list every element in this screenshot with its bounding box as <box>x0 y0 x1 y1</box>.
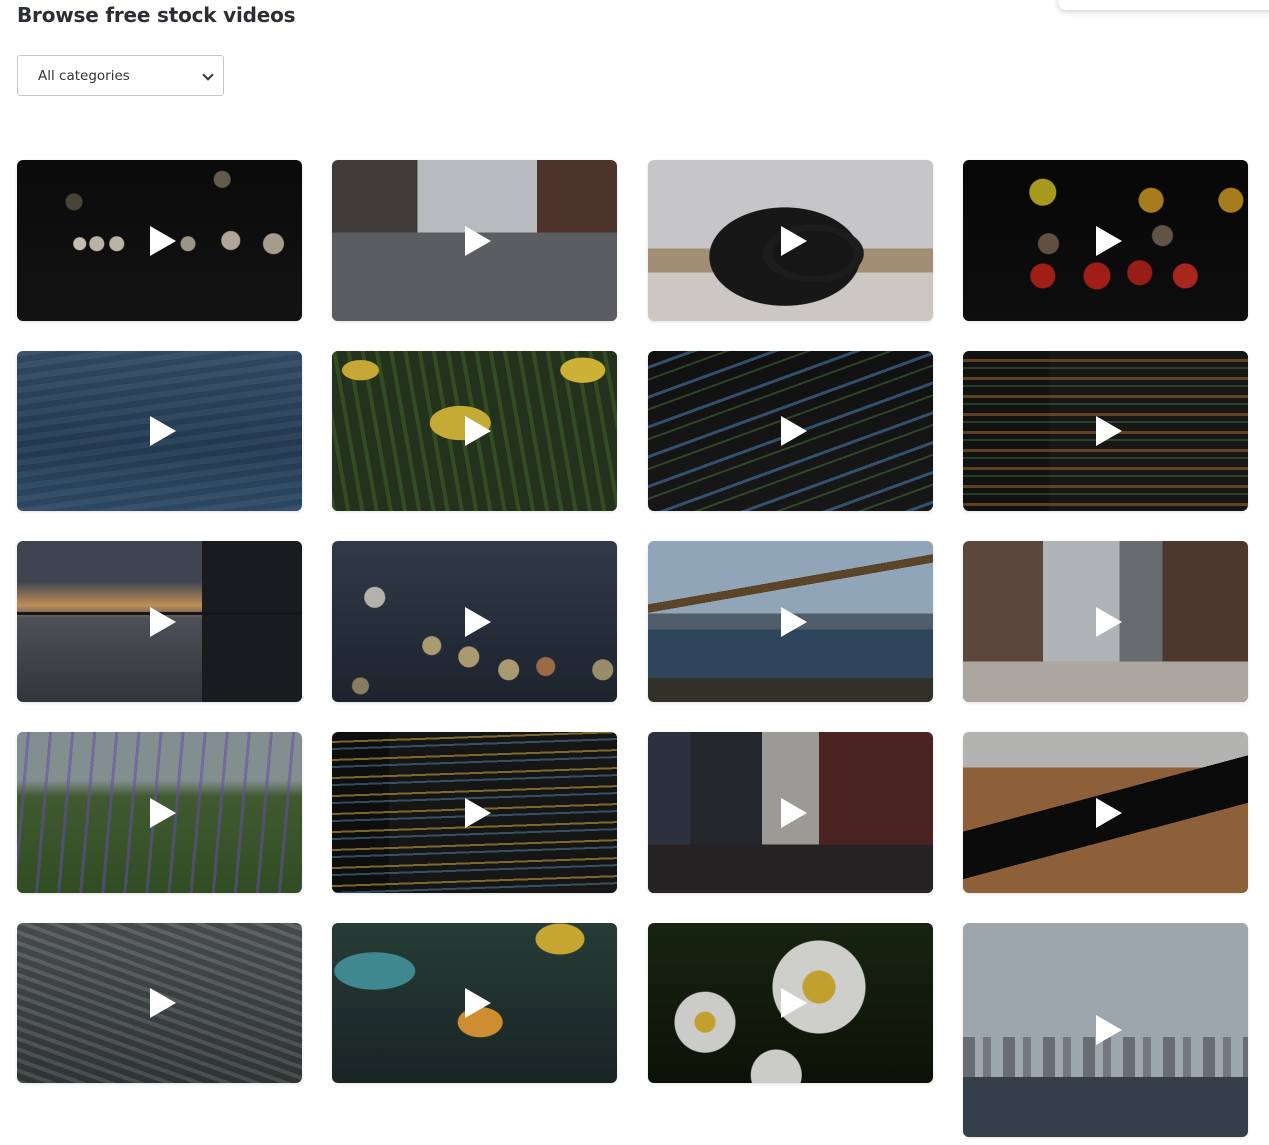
play-icon <box>779 605 809 639</box>
video-tile[interactable] <box>332 351 617 511</box>
play-icon <box>1094 605 1124 639</box>
video-tile[interactable] <box>963 541 1248 702</box>
video-tile[interactable] <box>332 541 617 702</box>
play-icon <box>1094 414 1124 448</box>
video-tile[interactable] <box>963 732 1248 893</box>
video-tile[interactable] <box>17 923 302 1083</box>
play-icon <box>779 796 809 830</box>
video-tile[interactable] <box>332 923 617 1083</box>
play-icon <box>148 224 178 258</box>
play-icon <box>463 224 493 258</box>
video-tile[interactable] <box>332 160 617 321</box>
video-tile[interactable] <box>332 732 617 893</box>
play-icon <box>1094 224 1124 258</box>
play-icon <box>1094 796 1124 830</box>
video-tile[interactable] <box>17 732 302 893</box>
video-tile[interactable] <box>648 732 933 893</box>
video-tile[interactable] <box>648 923 933 1083</box>
play-icon <box>779 224 809 258</box>
play-icon <box>148 796 178 830</box>
video-tile[interactable] <box>17 160 302 321</box>
play-icon <box>148 605 178 639</box>
play-icon <box>463 605 493 639</box>
video-tile[interactable] <box>648 160 933 321</box>
play-icon <box>148 986 178 1020</box>
video-tile[interactable] <box>17 351 302 511</box>
video-tile[interactable] <box>963 160 1248 321</box>
play-icon <box>1094 1013 1124 1047</box>
play-icon <box>148 414 178 448</box>
play-icon <box>779 414 809 448</box>
play-icon <box>779 986 809 1020</box>
video-tile[interactable] <box>17 541 302 702</box>
video-tile[interactable] <box>648 351 933 511</box>
play-icon <box>463 414 493 448</box>
video-grid <box>0 0 1269 1145</box>
video-tile[interactable] <box>963 923 1248 1137</box>
play-icon <box>463 796 493 830</box>
video-tile[interactable] <box>963 351 1248 511</box>
play-icon <box>463 986 493 1020</box>
video-tile[interactable] <box>648 541 933 702</box>
